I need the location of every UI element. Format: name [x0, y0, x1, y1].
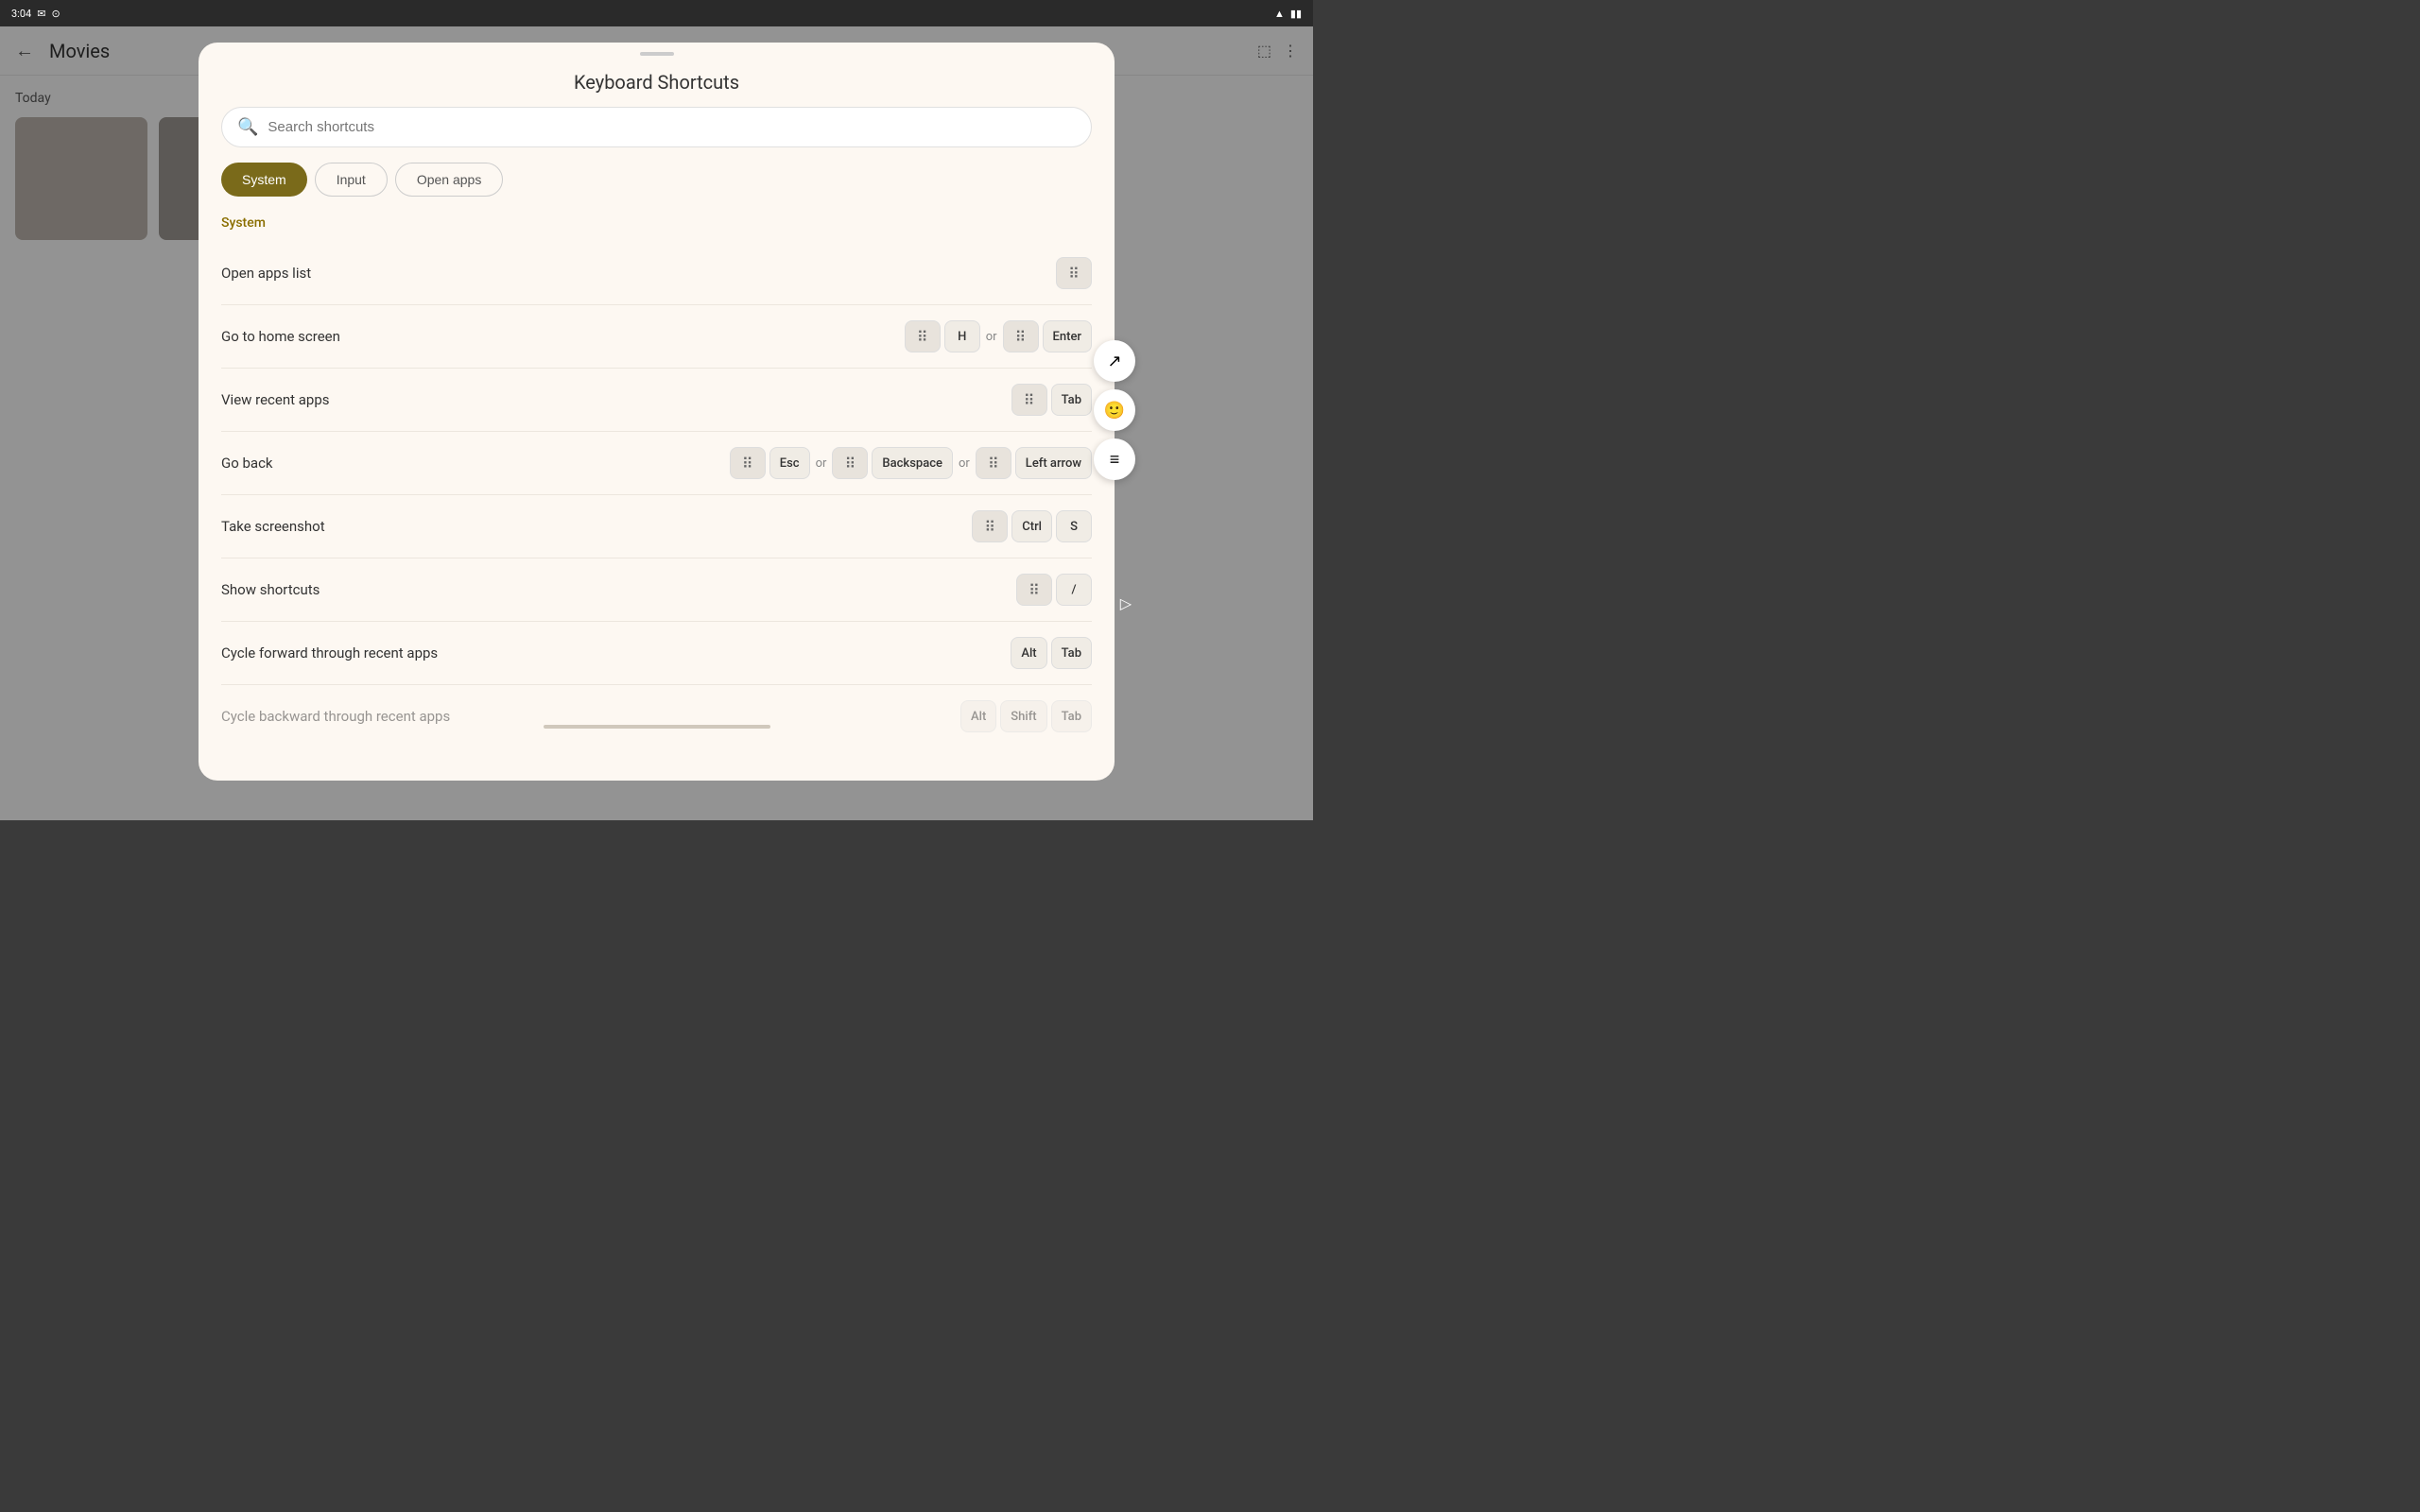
shortcut-keys: Alt Tab	[1011, 637, 1092, 669]
esc-key: Esc	[769, 447, 810, 479]
grid-key-3	[976, 447, 1011, 479]
section-label: System	[221, 215, 1092, 231]
grid-key-1	[1056, 257, 1092, 289]
drag-handle[interactable]	[640, 52, 674, 56]
shortcuts-list: System Open apps list Go to home screen …	[199, 212, 1115, 781]
shortcut-cycle-forward: Cycle forward through recent apps Alt Ta…	[221, 622, 1092, 685]
shift-key: Shift	[1000, 700, 1046, 732]
shortcut-name: Go back	[221, 455, 273, 472]
shortcut-show-shortcuts: Show shortcuts /	[221, 558, 1092, 622]
shortcut-open-apps-list: Open apps list	[221, 242, 1092, 305]
tab-open-apps[interactable]: Open apps	[395, 163, 504, 197]
shortcut-keys: H or Enter	[905, 320, 1092, 352]
grid-key-1	[730, 447, 766, 479]
slash-key: /	[1056, 574, 1092, 606]
shortcut-keys: /	[1016, 574, 1092, 606]
emoji-button[interactable]: 🙂	[1094, 389, 1135, 431]
shortcut-name: Take screenshot	[221, 518, 325, 535]
shortcut-keys: Alt Shift Tab	[960, 700, 1092, 732]
clock-icon: ⊙	[51, 8, 60, 20]
shortcut-recent-apps: View recent apps Tab	[221, 369, 1092, 432]
wifi-icon: ▲	[1274, 8, 1285, 20]
enter-key: Enter	[1043, 320, 1092, 352]
shortcut-name: Go to home screen	[221, 328, 340, 345]
alt-key: Alt	[1011, 637, 1046, 669]
shortcut-screenshot: Take screenshot Ctrl S	[221, 495, 1092, 558]
or-separator: or	[984, 330, 999, 344]
hamburger-icon: ≡	[1110, 450, 1120, 470]
shortcut-home-screen: Go to home screen H or Enter	[221, 305, 1092, 369]
shortcut-keys: Ctrl S	[972, 510, 1092, 542]
status-bar-left: 3:04 ✉ ⊙	[11, 8, 60, 20]
shortcut-go-back: Go back Esc or Backspace or Left arrow	[221, 432, 1092, 495]
shortcut-keys: Tab	[1011, 384, 1092, 416]
grid-key-2	[1003, 320, 1039, 352]
shortcut-name: Show shortcuts	[221, 581, 320, 598]
tab-key-2: Tab	[1051, 637, 1092, 669]
tab-key-3: Tab	[1051, 700, 1092, 732]
modal-title: Keyboard Shortcuts	[199, 61, 1115, 107]
shortcut-name: View recent apps	[221, 391, 330, 408]
expand-button[interactable]: ↗	[1094, 340, 1135, 382]
expand-icon: ↗	[1107, 352, 1121, 371]
h-key: H	[944, 320, 980, 352]
ctrl-key: Ctrl	[1011, 510, 1052, 542]
or-sep-2: or	[957, 456, 972, 471]
tabs-row: System Input Open apps	[199, 163, 1115, 212]
status-bar-right: ▲ ▮▮	[1274, 8, 1302, 20]
s-key: S	[1056, 510, 1092, 542]
alt-key-2: Alt	[960, 700, 996, 732]
tab-key: Tab	[1051, 384, 1092, 416]
shortcut-name: Open apps list	[221, 265, 311, 282]
search-bar[interactable]: 🔍	[221, 107, 1092, 147]
grid-key-2	[832, 447, 868, 479]
keyboard-shortcuts-modal: Keyboard Shortcuts 🔍 System Input Open a…	[199, 43, 1115, 781]
shortcut-keys: Esc or Backspace or Left arrow	[730, 447, 1092, 479]
scroll-indicator	[544, 725, 770, 729]
shortcut-partial: Cycle backward through recent apps Alt S…	[221, 685, 1092, 747]
tab-system[interactable]: System	[221, 163, 307, 197]
grid-key	[905, 320, 941, 352]
time-display: 3:04	[11, 8, 31, 20]
grid-key	[972, 510, 1008, 542]
emoji-icon: 🙂	[1104, 401, 1125, 421]
shortcut-name: Cycle forward through recent apps	[221, 644, 438, 662]
mouse-cursor: ▷	[1120, 594, 1132, 612]
grid-key	[1016, 574, 1052, 606]
status-bar: 3:04 ✉ ⊙ ▲ ▮▮	[0, 0, 1313, 26]
mail-icon: ✉	[37, 8, 45, 20]
search-icon: 🔍	[237, 117, 258, 137]
floating-buttons: ↗ 🙂 ≡	[1094, 340, 1135, 480]
backspace-key: Backspace	[872, 447, 953, 479]
shortcut-name: Cycle backward through recent apps	[221, 708, 450, 725]
shortcut-keys	[1056, 257, 1092, 289]
grid-key	[1011, 384, 1047, 416]
tab-input[interactable]: Input	[315, 163, 388, 197]
search-input[interactable]	[268, 119, 1076, 135]
left-arrow-key: Left arrow	[1015, 447, 1092, 479]
battery-icon: ▮▮	[1290, 8, 1302, 20]
or-sep: or	[814, 456, 829, 471]
menu-button[interactable]: ≡	[1094, 438, 1135, 480]
